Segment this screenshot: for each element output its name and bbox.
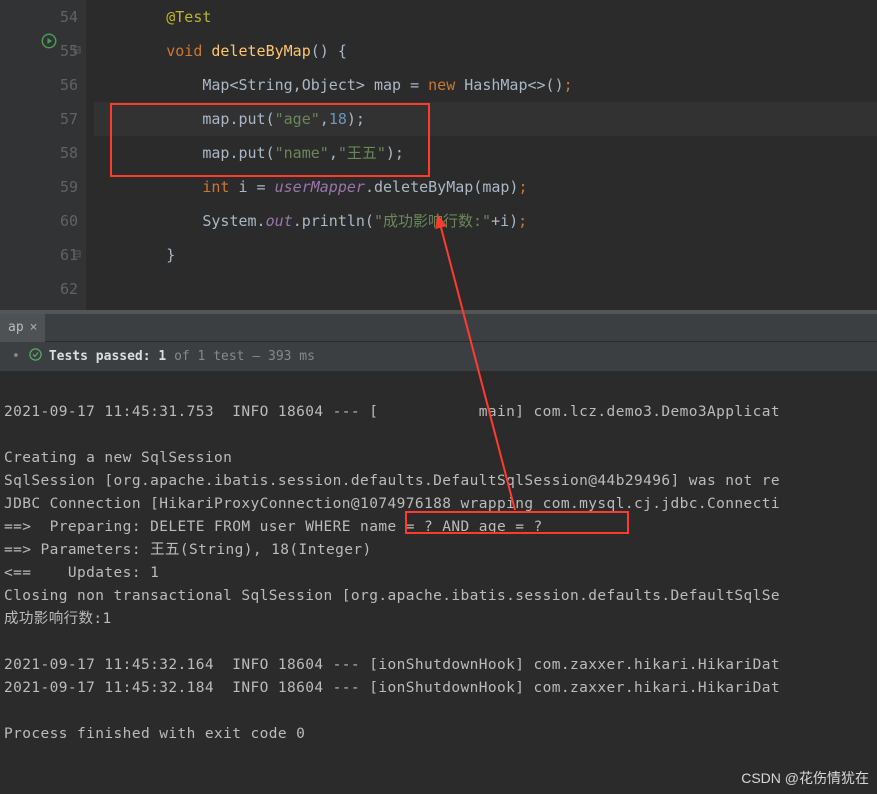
code-text: ); <box>386 144 404 162</box>
tests-passed-count: 1 <box>158 349 166 364</box>
parens: () <box>311 42 329 60</box>
semicolon: ; <box>518 178 527 196</box>
code-editor: 54 55 ⊟ 56 57 58 59 60 61 ⊟ 62 @Test voi… <box>0 0 877 310</box>
code-text: HashMap<>() <box>464 76 563 94</box>
semicolon: ; <box>518 212 527 230</box>
line-number: 54 <box>60 8 78 26</box>
close-icon[interactable]: × <box>30 320 38 335</box>
console-line: Creating a new SqlSession <box>4 450 232 466</box>
field-out: out <box>266 212 293 230</box>
console-line: 2021-09-17 11:45:32.184 INFO 18604 --- [… <box>4 680 780 696</box>
string-literal: "age" <box>275 110 320 128</box>
semicolon: ; <box>564 76 573 94</box>
line-number: 62 <box>60 280 78 298</box>
fold-close-icon[interactable]: ⊟ <box>73 238 81 272</box>
code-area[interactable]: @Test void deleteByMap() { Map<String,Ob… <box>86 0 877 310</box>
tests-total: of 1 test <box>174 349 244 364</box>
keyword-void: void <box>166 42 202 60</box>
console-line: 成功影响行数:1 <box>4 611 112 627</box>
console-line: SqlSession [org.apache.ibatis.session.de… <box>4 473 780 489</box>
gutter: 54 55 ⊟ 56 57 58 59 60 61 ⊟ 62 <box>0 0 86 310</box>
run-tab[interactable]: ap × <box>0 314 45 342</box>
watermark: CSDN @花伤情犹在 <box>741 768 869 788</box>
console-line: JDBC Connection [HikariProxyConnection@1… <box>4 496 780 512</box>
brace: } <box>166 246 175 264</box>
console-line: Process finished with exit code 0 <box>4 726 305 742</box>
code-text: .println( <box>293 212 374 230</box>
console-line: ==> Parameters: 王五(String), 18(Integer) <box>4 542 372 558</box>
code-text: ); <box>347 110 365 128</box>
line-number: 56 <box>60 76 78 94</box>
field-ref: userMapper <box>275 178 365 196</box>
keyword-new: new <box>428 76 464 94</box>
console-line: 2021-09-17 11:45:32.164 INFO 18604 --- [… <box>4 657 780 673</box>
line-number: 60 <box>60 212 78 230</box>
code-text: .deleteByMap(map) <box>365 178 519 196</box>
console-line: <== Updates: 1 <box>4 565 159 581</box>
annotation: @Test <box>166 8 211 26</box>
tests-duration: – 393 ms <box>252 349 315 364</box>
tab-label: ap <box>8 320 24 335</box>
string-literal: "name" <box>275 144 329 162</box>
line-number: 59 <box>60 178 78 196</box>
pass-icon <box>28 347 43 366</box>
line-number: 58 <box>60 144 78 162</box>
run-tabbar: ap × <box>0 314 877 342</box>
number-literal: 18 <box>329 110 347 128</box>
line-number: 57 <box>60 110 78 128</box>
run-gutter-icon[interactable] <box>40 28 58 62</box>
code-text: +i) <box>491 212 518 230</box>
console-line: ==> Preparing: DELETE FROM user WHERE na… <box>4 519 543 535</box>
console-line: Closing non transactional SqlSession [or… <box>4 588 780 604</box>
method-name: deleteByMap <box>211 42 310 60</box>
bullet-icon: • <box>12 349 20 364</box>
code-text: Map<String,Object> map = <box>202 76 428 94</box>
code-text: System. <box>202 212 265 230</box>
console-output[interactable]: 2021-09-17 11:45:31.753 INFO 18604 --- [… <box>0 372 877 794</box>
code-text: map.put( <box>202 144 274 162</box>
code-text: i = <box>239 178 275 196</box>
test-results-header: • Tests passed: 1 of 1 test – 393 ms <box>0 342 877 372</box>
string-literal: "成功影响行数:" <box>374 212 491 230</box>
fold-open-icon[interactable]: ⊟ <box>73 34 81 68</box>
keyword-int: int <box>202 178 238 196</box>
console-line: 2021-09-17 11:45:31.753 INFO 18604 --- [… <box>4 404 780 420</box>
code-text: map.put( <box>202 110 274 128</box>
tests-passed-label: Tests passed: <box>49 349 151 364</box>
brace: { <box>329 42 347 60</box>
string-literal: "王五" <box>338 144 386 162</box>
comma: , <box>320 110 329 128</box>
comma: , <box>329 144 338 162</box>
